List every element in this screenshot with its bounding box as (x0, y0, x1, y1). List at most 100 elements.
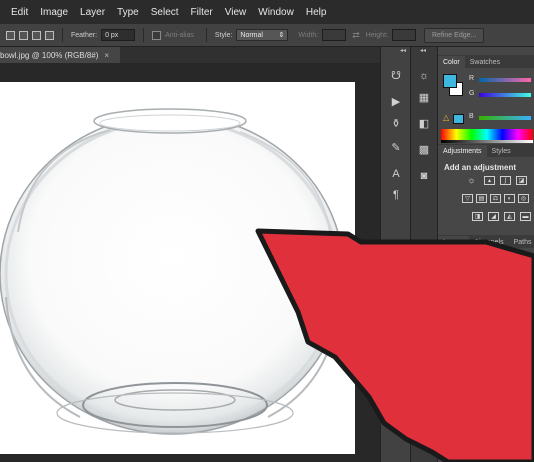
green-slider-row: G (438, 90, 534, 100)
refine-edge-button[interactable]: Refine Edge... (423, 27, 485, 43)
layer-thumbnail (459, 317, 481, 337)
subtract-from-selection-icon[interactable] (32, 30, 41, 40)
layer-kind-filter[interactable]: ⚲ Kind (444, 250, 488, 262)
swatches-panel-icon[interactable]: ▦ (415, 91, 433, 105)
tab-layers[interactable]: Layers (438, 236, 470, 248)
threshold-icon[interactable]: ◭ (504, 212, 515, 221)
gamut-swatch[interactable] (453, 114, 464, 124)
masks-panel-icon[interactable]: ◙ (415, 169, 433, 183)
brightness-icon[interactable]: ☼ (466, 176, 477, 185)
color-balance-icon[interactable]: ⚖ (490, 194, 501, 203)
collapse-arrows-icon[interactable]: ◂◂ (420, 47, 426, 55)
red-label: R (469, 75, 475, 82)
document-tab-row: bowl.jpg @ 100% (RGB/8#) × (0, 47, 380, 63)
intersect-selection-icon[interactable] (45, 30, 54, 40)
blue-slider-row: △ B (438, 113, 534, 124)
height-input[interactable] (391, 29, 416, 41)
tool-presets-icon[interactable]: ⚱ (387, 117, 405, 131)
style-select-value: Normal (240, 31, 263, 39)
layer-row[interactable]: Background (438, 313, 534, 341)
height-label: Height: (365, 31, 388, 39)
tab-color[interactable]: Color (438, 56, 465, 68)
tab-paths[interactable]: Paths (509, 236, 534, 248)
swap-dimensions-icon[interactable]: ⇄ (352, 30, 360, 41)
document-canvas[interactable] (0, 82, 355, 454)
levels-icon[interactable]: ▴ (484, 176, 495, 185)
close-icon[interactable]: × (104, 51, 109, 60)
black-white-icon[interactable]: ◐ (504, 194, 515, 203)
menu-view[interactable]: View (220, 7, 254, 18)
feather-label: Feather: (71, 31, 98, 39)
character-icon[interactable]: A (387, 167, 405, 181)
tab-styles[interactable]: Styles (487, 145, 516, 157)
vibrance-icon[interactable]: ▽ (462, 194, 473, 203)
green-label: G (469, 90, 475, 97)
width-input[interactable] (322, 29, 347, 41)
menu-layer[interactable]: Layer (75, 7, 112, 18)
panel-icon-strip: ◂◂ ☼ ▦ ◧ ▩ ◙ (410, 47, 437, 462)
lock-icon[interactable]: 🔒︎ (448, 297, 452, 307)
gradient-map-icon[interactable]: ▬ (520, 212, 531, 221)
layers-panel: Layers Channels Paths ⚲ Kind 🔒︎ Backgrou… (438, 235, 534, 462)
paragraph-icon[interactable]: ¶ (387, 188, 405, 202)
exposure-icon[interactable]: ◪ (516, 176, 527, 185)
menu-filter[interactable]: Filter (186, 7, 220, 18)
adjustments-panel-icon[interactable]: ◧ (415, 117, 433, 131)
collapse-arrows-icon[interactable]: ◂◂ (400, 47, 406, 55)
layers-panel-tabs: Layers Channels Paths (438, 235, 534, 248)
foreground-color-swatch-top (443, 74, 457, 88)
adjustments-panel-tabs: Adjustments Styles (438, 144, 534, 157)
menu-type[interactable]: Type (112, 7, 146, 18)
new-selection-icon[interactable] (6, 30, 15, 40)
divider (143, 28, 145, 42)
antialias-checkbox[interactable] (152, 30, 162, 40)
photo-filter-icon[interactable]: ◎ (518, 194, 529, 203)
options-bar: Feather: 0 px Anti-alias Style: Normal ⇕… (0, 24, 534, 47)
kind-label: Kind (456, 252, 471, 260)
canvas-area[interactable] (0, 63, 380, 462)
hue-saturation-icon[interactable]: ▤ (476, 194, 487, 203)
history-brush-icon[interactable]: ☋ (387, 69, 405, 83)
posterize-icon[interactable]: ◢ (488, 212, 499, 221)
antialias-label: Anti-alias (165, 31, 194, 39)
divider (205, 28, 207, 42)
width-label: Width: (298, 31, 319, 39)
styles-panel-icon[interactable]: ▩ (415, 143, 433, 157)
glass-bowl-image (0, 108, 345, 435)
menu-window[interactable]: Window (253, 7, 301, 18)
brush-presets-icon[interactable]: ✎ (387, 141, 405, 155)
green-slider[interactable] (479, 93, 531, 97)
menu-bar: Edit Image Layer Type Select Filter View… (0, 0, 534, 24)
style-label: Style: (214, 31, 233, 39)
add-to-selection-icon[interactable] (19, 30, 28, 40)
search-icon: ⚲ (448, 253, 454, 260)
chevron-updown-icon: ⇕ (278, 32, 285, 39)
tab-swatches[interactable]: Swatches (465, 56, 505, 68)
adjustments-panel: Adjustments Styles Add an adjustment ☼ ▴… (438, 144, 534, 234)
divider (62, 28, 63, 42)
red-slider[interactable] (479, 78, 531, 82)
menu-select[interactable]: Select (146, 7, 186, 18)
menu-image[interactable]: Image (35, 7, 75, 18)
tab-channels[interactable]: Channels (469, 236, 509, 248)
style-select[interactable]: Normal ⇕ (236, 29, 289, 41)
blue-slider[interactable] (479, 116, 531, 120)
color-panel-tabs: Color Swatches (438, 55, 534, 68)
right-panel-dock: Color Swatches R G △ B Adjustments Style… (437, 47, 534, 462)
document-tab[interactable]: bowl.jpg @ 100% (RGB/8#) × (0, 47, 120, 63)
menu-edit[interactable]: Edit (0, 7, 35, 18)
blue-label: B (469, 113, 474, 120)
warning-icon: △ (443, 113, 450, 122)
actions-icon[interactable]: ▶ (387, 95, 405, 109)
tab-adjustments[interactable]: Adjustments (438, 145, 487, 157)
color-spectrum-bar[interactable] (441, 129, 533, 140)
feather-input[interactable]: 0 px (101, 29, 136, 41)
tool-options-strip: ◂◂ ☋ ▶ ⚱ ✎ A ¶ (380, 47, 411, 462)
color-panel-icon[interactable]: ☼ (415, 69, 433, 83)
document-tab-title: bowl.jpg @ 100% (RGB/8#) (0, 50, 99, 60)
grayscale-bar[interactable] (441, 140, 533, 143)
curves-icon[interactable]: ∫ (500, 176, 511, 185)
adjustments-title: Add an adjustment (444, 163, 517, 172)
invert-icon[interactable]: ◨ (472, 212, 483, 221)
menu-help[interactable]: Help (301, 7, 334, 18)
